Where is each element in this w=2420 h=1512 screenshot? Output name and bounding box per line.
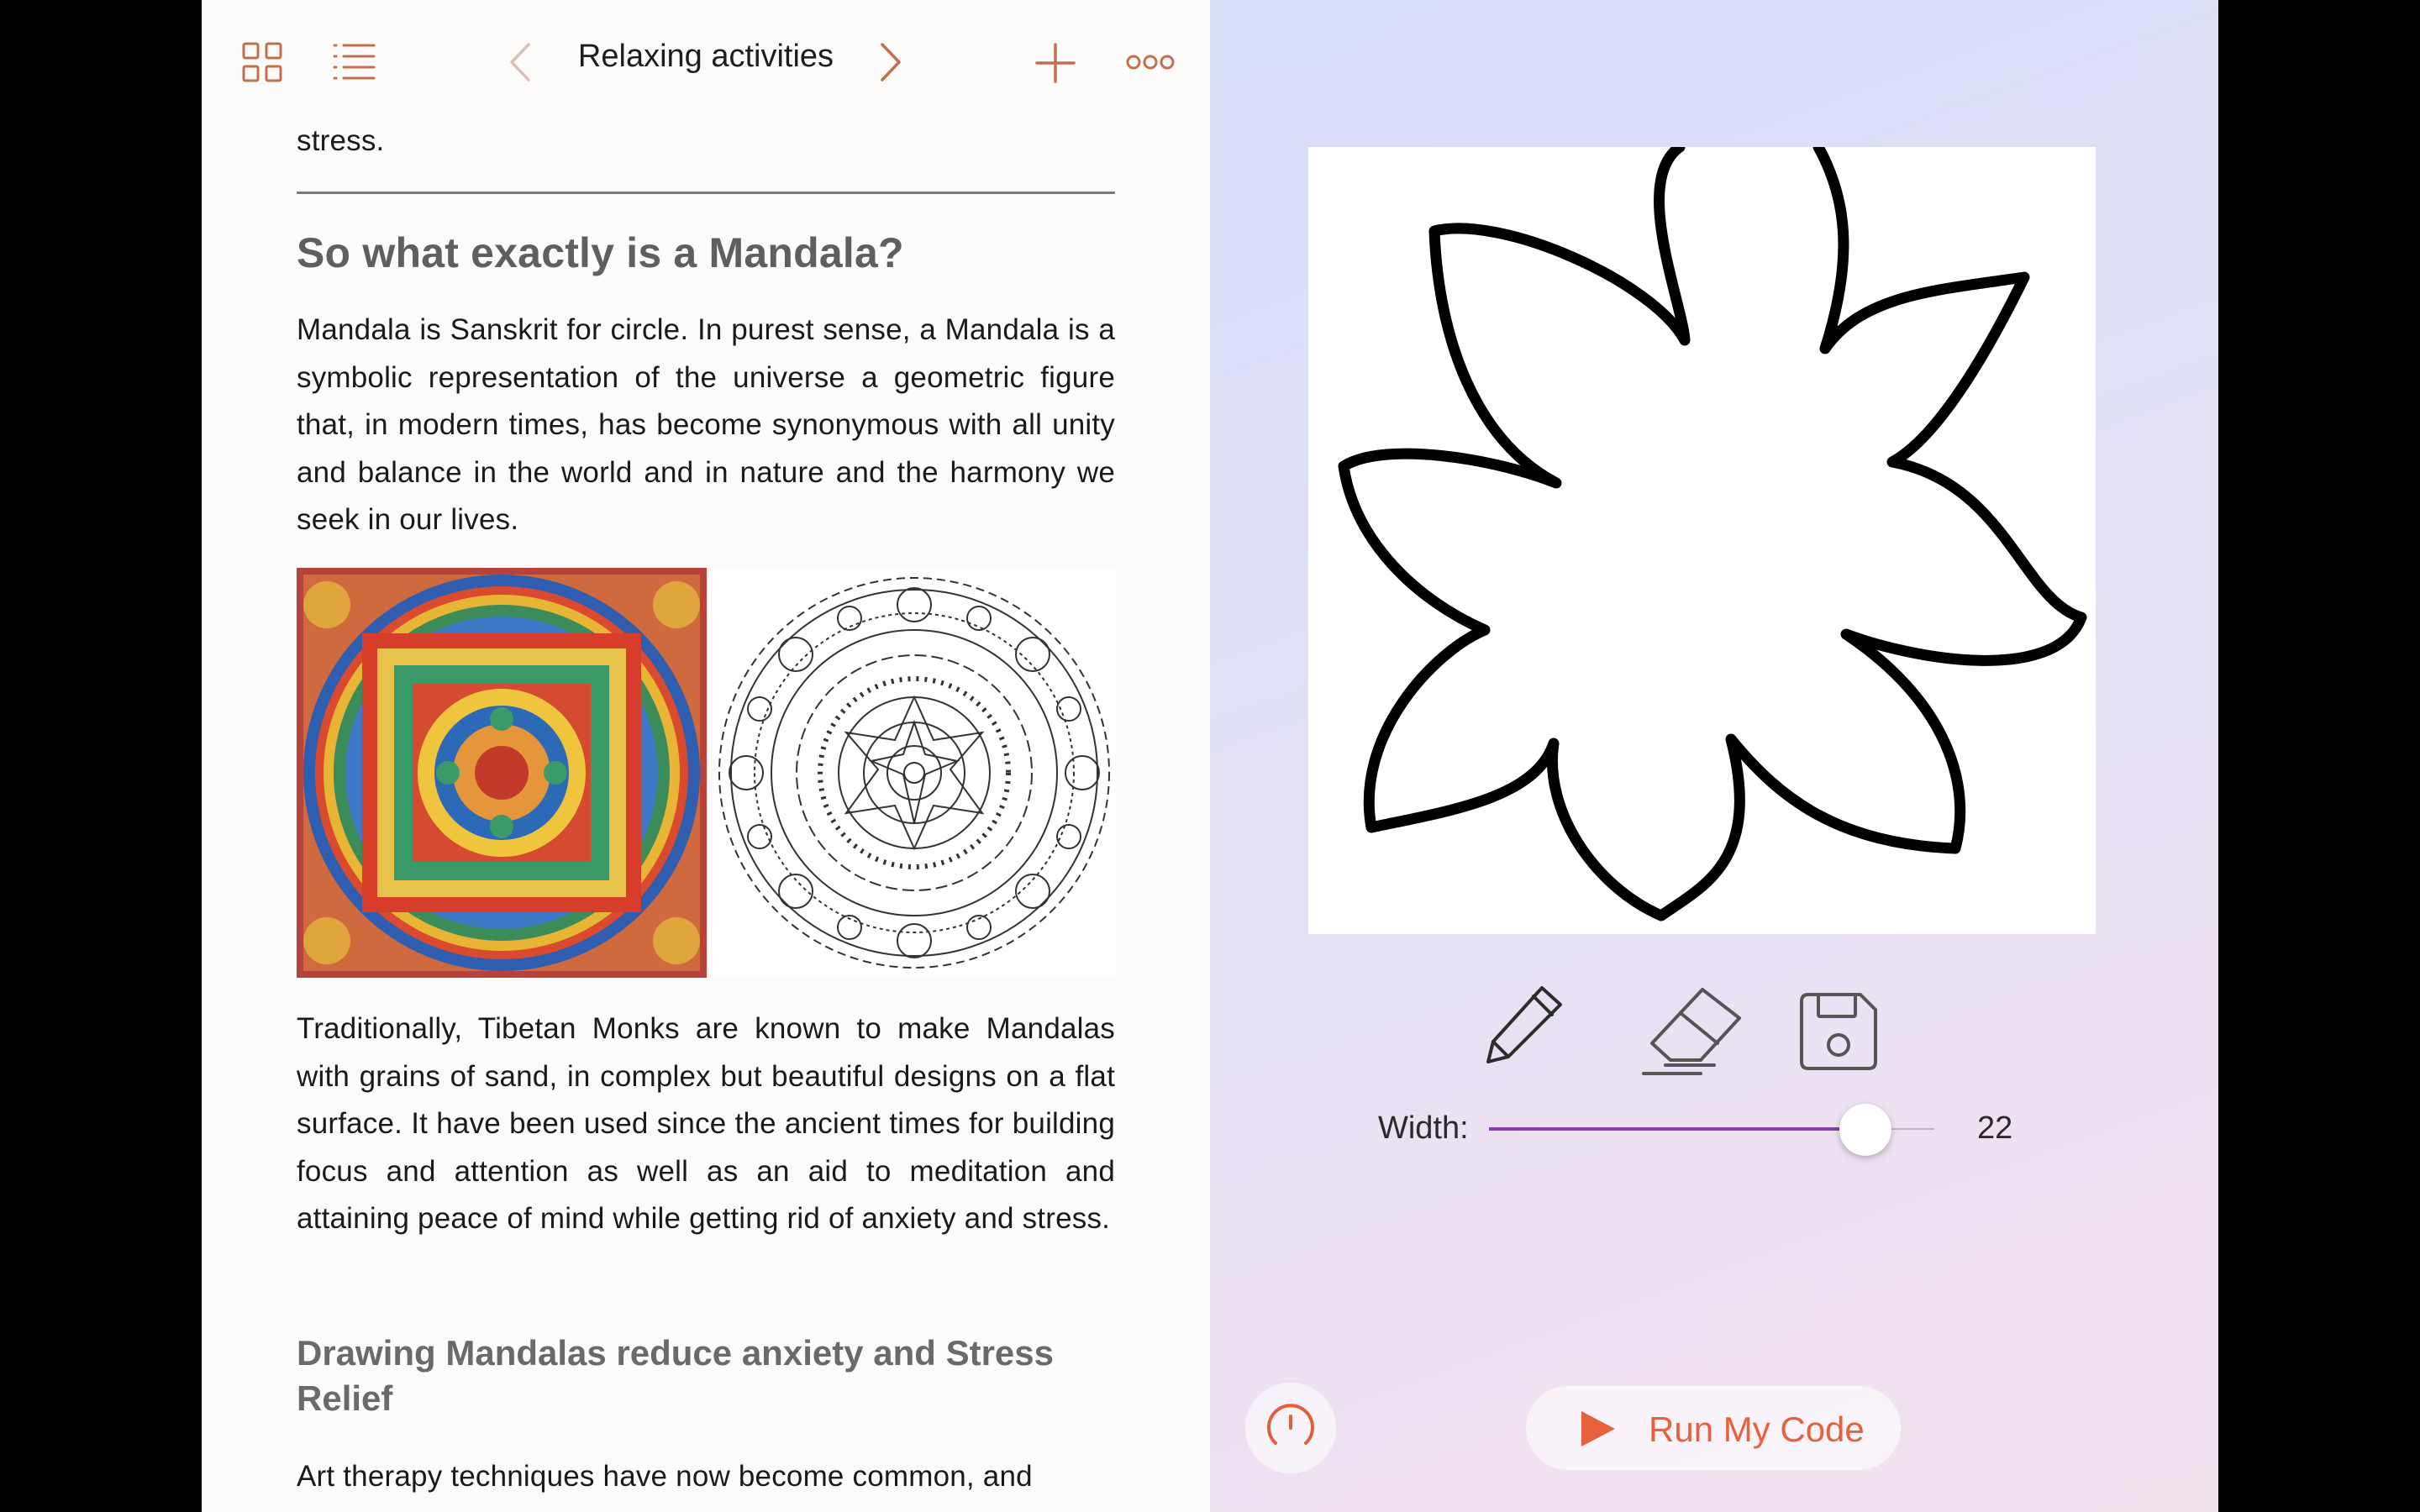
drawing-canvas[interactable]	[1308, 141, 2096, 934]
live-view-pane: Width: 22 Run My Code	[1210, 0, 2218, 1512]
more-icon[interactable]	[1126, 52, 1175, 72]
paragraph: Traditionally, Tibetan Monks are known t…	[297, 1012, 1115, 1235]
gauge-icon	[1267, 1404, 1314, 1445]
chevron-right-icon[interactable]	[879, 42, 902, 82]
width-value: 22	[1977, 1110, 2013, 1146]
play-icon	[1581, 1411, 1615, 1446]
grid-icon[interactable]	[242, 42, 282, 82]
mandala-line-art	[713, 568, 1115, 978]
section-heading: So what exactly is a Mandala?	[297, 229, 904, 276]
paragraph-fragment: stress.	[297, 124, 385, 157]
document-title: Relaxing activities	[577, 39, 834, 74]
run-button-label: Run My Code	[1649, 1410, 1865, 1449]
paragraph: Mandala is Sanskrit for circle. In pures…	[297, 313, 1115, 536]
eraser-icon[interactable]	[1642, 984, 1743, 1077]
chevron-left-icon[interactable]	[508, 42, 532, 82]
slider-thumb[interactable]	[1839, 1104, 1891, 1156]
paragraph: Art therapy techniques have now become c…	[297, 1460, 1033, 1493]
section-heading: Drawing Mandalas reduce anxiety and Stre…	[297, 1333, 1054, 1418]
plus-icon[interactable]	[1034, 42, 1076, 84]
divider	[297, 192, 1115, 194]
drawing-strokes	[1338, 141, 2087, 921]
book-pane: Relaxing activities stress. So what exac…	[202, 0, 1210, 1512]
speed-button[interactable]	[1245, 1383, 1336, 1473]
toolbar: Relaxing activities	[202, 0, 1210, 126]
tibetan-mandala-painting	[297, 568, 707, 978]
run-my-code-button[interactable]: Run My Code	[1526, 1386, 1901, 1470]
list-icon[interactable]	[332, 42, 376, 82]
slider-fill	[1489, 1127, 1865, 1131]
pencil-icon[interactable]	[1483, 983, 1567, 1067]
save-icon[interactable]	[1798, 991, 1879, 1072]
mandala-images	[297, 568, 1115, 978]
width-label: Width:	[1378, 1110, 1469, 1146]
width-slider[interactable]	[1489, 1092, 2018, 1168]
